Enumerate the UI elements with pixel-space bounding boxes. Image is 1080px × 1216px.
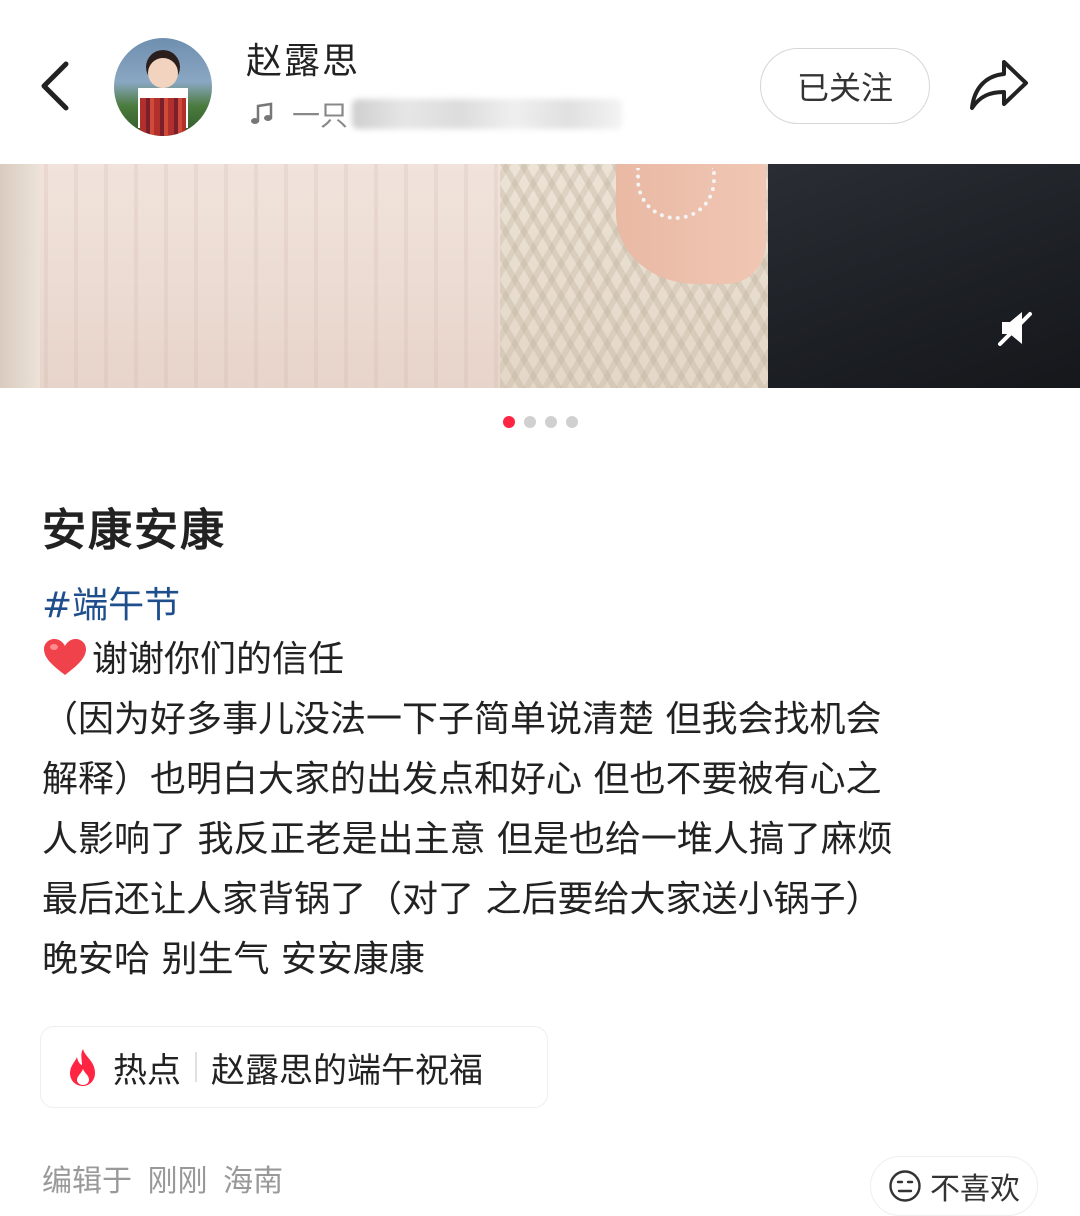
- music-title-blurred: [352, 99, 623, 129]
- back-arrow-icon: [41, 61, 69, 111]
- body-line-text: 谢谢你们的信任: [92, 639, 345, 680]
- share-button[interactable]: [968, 56, 1030, 114]
- unhappy-face-icon: [889, 1170, 921, 1202]
- body-line: 谢谢你们的信任: [42, 630, 1042, 690]
- heart-icon: [44, 639, 86, 675]
- carousel-dot[interactable]: [565, 416, 578, 428]
- body-line: 晚安哈 别生气 安安康康: [42, 939, 425, 980]
- chip-divider: [195, 1052, 197, 1082]
- top-bar: 赵露思 一只 已关注: [0, 0, 1080, 164]
- hot-label: 热点: [113, 1050, 181, 1091]
- music-note-icon: [251, 102, 273, 124]
- body-line: 最后还让人家背锅了（对了 之后要给大家送小锅子）: [42, 879, 882, 920]
- body-line: （因为好多事儿没法一下子简单说清楚 但我会找机会: [42, 699, 882, 740]
- dislike-button[interactable]: 不喜欢: [870, 1156, 1038, 1216]
- fire-icon: [70, 1049, 95, 1086]
- music-title: 一只: [292, 99, 349, 132]
- dislike-label: 不喜欢: [930, 1172, 1020, 1207]
- carousel-dot[interactable]: [544, 416, 557, 428]
- post-title: 安康安康: [42, 505, 226, 556]
- body-line: 解释）也明白大家的出发点和好心 但也不要被有心之: [42, 759, 882, 800]
- avatar[interactable]: [114, 38, 212, 136]
- follow-button[interactable]: 已关注: [760, 48, 930, 124]
- carousel-dot[interactable]: [502, 416, 515, 428]
- post-body: 谢谢你们的信任 （因为好多事儿没法一下子简单说清楚 但我会找机会 解释）也明白大…: [42, 630, 1042, 990]
- hashtag-link[interactable]: #端午节: [42, 576, 180, 628]
- music-row[interactable]: 一只: [248, 96, 623, 132]
- back-button[interactable]: [36, 58, 76, 114]
- hot-topic-chip[interactable]: 热点 赵露思的端午祝福: [40, 1026, 548, 1108]
- carousel-dots: [0, 416, 1080, 428]
- carousel-dot[interactable]: [523, 416, 536, 428]
- mute-button[interactable]: [994, 306, 1038, 350]
- hot-topic-title: 赵露思的端午祝福: [211, 1050, 483, 1091]
- edit-meta: 编辑于 刚刚 海南: [42, 1164, 284, 1199]
- share-icon: [970, 60, 1028, 110]
- username[interactable]: 赵露思: [246, 32, 360, 84]
- post-image[interactable]: [0, 164, 1080, 388]
- body-line: 人影响了 我反正老是出主意 但是也给一堆人搞了麻烦: [42, 819, 893, 860]
- mute-icon: [998, 312, 1032, 346]
